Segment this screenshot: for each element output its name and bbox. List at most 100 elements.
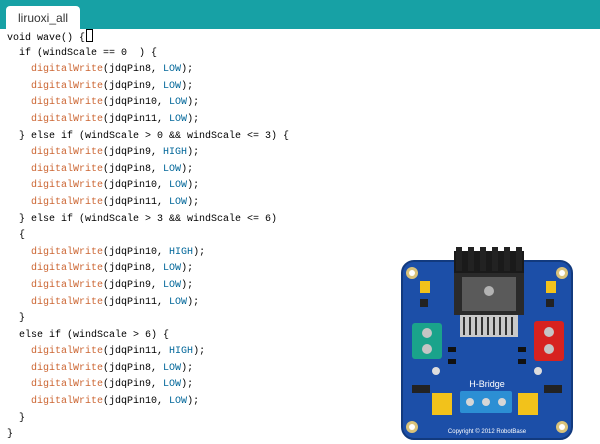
function-token: digitalWrite xyxy=(31,196,104,208)
code-token: { xyxy=(19,230,26,242)
constant-token: HIGH xyxy=(169,346,194,358)
code-token: ); xyxy=(187,196,200,208)
code-token: ); xyxy=(181,379,194,391)
function-token: digitalWrite xyxy=(31,80,104,92)
function-token: digitalWrite xyxy=(31,346,104,358)
code-token: } else if (windScale > 3 && windScale <=… xyxy=(19,213,278,225)
code-line[interactable]: digitalWrite(jdqPin8, LOW); xyxy=(7,261,289,278)
function-token: digitalWrite xyxy=(31,379,104,391)
code-token: ); xyxy=(193,346,206,358)
code-line[interactable]: digitalWrite(jdqPin10, LOW); xyxy=(7,178,289,195)
code-token: ); xyxy=(181,362,194,374)
code-token: ); xyxy=(181,64,194,76)
code-token: (jdqPin9, xyxy=(103,80,164,92)
code-line[interactable]: digitalWrite(jdqPin9, HIGH); xyxy=(7,145,289,162)
code-line[interactable]: digitalWrite(jdqPin8, LOW); xyxy=(7,62,289,79)
code-line[interactable]: digitalWrite(jdqPin8, LOW); xyxy=(7,162,289,179)
code-line[interactable]: } else if (windScale > 3 && windScale <=… xyxy=(7,212,289,229)
code-line[interactable]: digitalWrite(jdqPin9, LOW); xyxy=(7,278,289,295)
constant-token: LOW xyxy=(169,196,188,208)
svg-text:Copyright © 2012 RobotBase: Copyright © 2012 RobotBase xyxy=(448,428,527,435)
code-line[interactable]: digitalWrite(jdqPin9, LOW); xyxy=(7,377,289,394)
code-token: ); xyxy=(181,163,194,175)
code-line[interactable]: } xyxy=(7,427,289,444)
code-editor[interactable]: void wave() { if (windScale == 0 ) { dig… xyxy=(0,29,600,440)
function-token: digitalWrite xyxy=(31,64,104,76)
svg-text:H-Bridge: H-Bridge xyxy=(469,379,505,389)
constant-token: HIGH xyxy=(163,147,188,159)
constant-token: LOW xyxy=(163,163,182,175)
constant-token: LOW xyxy=(169,296,188,308)
code-token: (jdqPin9, xyxy=(103,379,164,391)
code-token: (jdqPin8, xyxy=(103,64,164,76)
code-token: (jdqPin11, xyxy=(103,296,170,308)
constant-token: LOW xyxy=(163,64,182,76)
code-token: (jdqPin8, xyxy=(103,362,164,374)
code-token: void wave() { xyxy=(7,33,86,44)
tab-bar: liruoxi_all xyxy=(0,0,600,29)
code-token: (jdqPin10, xyxy=(103,97,170,109)
code-token: (jdqPin11, xyxy=(103,196,170,208)
code-token: (jdqPin8, xyxy=(103,163,164,175)
code-token: ); xyxy=(193,246,206,258)
code-token: ); xyxy=(187,396,200,408)
constant-token: LOW xyxy=(163,362,182,374)
function-token: digitalWrite xyxy=(31,97,104,109)
tab-sketch[interactable]: liruoxi_all xyxy=(6,6,81,29)
function-token: digitalWrite xyxy=(31,396,104,408)
code-token: (jdqPin8, xyxy=(103,263,164,275)
code-token: (jdqPin9, xyxy=(103,279,164,291)
code-token: ); xyxy=(187,296,200,308)
constant-token: LOW xyxy=(169,180,188,192)
code-line[interactable]: else if (windScale > 6) { xyxy=(7,328,289,345)
code-line[interactable]: } xyxy=(7,411,289,428)
function-token: digitalWrite xyxy=(31,180,104,192)
motor-driver-board-image: H-Bridge Copyright © 2012 RobotBase xyxy=(401,247,573,440)
heatsink xyxy=(454,247,524,337)
code-line[interactable]: digitalWrite(jdqPin11, LOW); xyxy=(7,295,289,312)
function-token: digitalWrite xyxy=(31,147,104,159)
constant-token: LOW xyxy=(169,113,188,125)
constant-token: LOW xyxy=(163,80,182,92)
code-token: ); xyxy=(187,97,200,109)
code-token: ); xyxy=(187,147,200,159)
function-token: digitalWrite xyxy=(31,263,104,275)
code-text[interactable]: void wave() { if (windScale == 0 ) { dig… xyxy=(7,29,289,444)
code-token: else if (windScale > 6) { xyxy=(19,329,170,341)
code-line[interactable]: if (windScale == 0 ) { xyxy=(7,46,289,63)
code-line[interactable]: digitalWrite(jdqPin8, LOW); xyxy=(7,361,289,378)
function-token: digitalWrite xyxy=(31,296,104,308)
function-token: digitalWrite xyxy=(31,279,104,291)
code-line[interactable]: } else if (windScale > 0 && windScale <=… xyxy=(7,129,289,146)
code-line[interactable]: digitalWrite(jdqPin9, LOW); xyxy=(7,79,289,96)
constant-token: HIGH xyxy=(169,246,194,258)
function-token: digitalWrite xyxy=(31,362,104,374)
code-token: (jdqPin11, xyxy=(103,346,170,358)
code-line[interactable]: digitalWrite(jdqPin11, LOW); xyxy=(7,112,289,129)
constant-token: LOW xyxy=(163,263,182,275)
code-line[interactable]: } xyxy=(7,311,289,328)
code-token: ); xyxy=(181,80,194,92)
function-token: digitalWrite xyxy=(31,246,104,258)
text-cursor xyxy=(86,29,94,42)
function-token: digitalWrite xyxy=(31,163,104,175)
code-line[interactable]: { xyxy=(7,228,289,245)
constant-token: LOW xyxy=(163,379,182,391)
code-token: (jdqPin10, xyxy=(103,180,170,192)
code-token: } xyxy=(7,429,14,441)
code-token: (jdqPin9, xyxy=(103,147,164,159)
function-token: digitalWrite xyxy=(31,113,104,125)
code-line[interactable]: digitalWrite(jdqPin10, LOW); xyxy=(7,394,289,411)
code-line[interactable]: digitalWrite(jdqPin10, LOW); xyxy=(7,95,289,112)
code-token: if (windScale == 0 ) { xyxy=(19,47,158,59)
code-line[interactable]: digitalWrite(jdqPin11, LOW); xyxy=(7,195,289,212)
constant-token: LOW xyxy=(169,97,188,109)
code-token: (jdqPin11, xyxy=(103,113,170,125)
code-token: ); xyxy=(181,263,194,275)
code-line[interactable]: digitalWrite(jdqPin10, HIGH); xyxy=(7,245,289,262)
code-token: (jdqPin10, xyxy=(103,246,170,258)
code-token: } else if (windScale > 0 && windScale <=… xyxy=(19,130,290,142)
code-line[interactable]: digitalWrite(jdqPin11, HIGH); xyxy=(7,344,289,361)
constant-token: LOW xyxy=(169,396,188,408)
code-line[interactable]: void wave() { xyxy=(7,29,289,46)
